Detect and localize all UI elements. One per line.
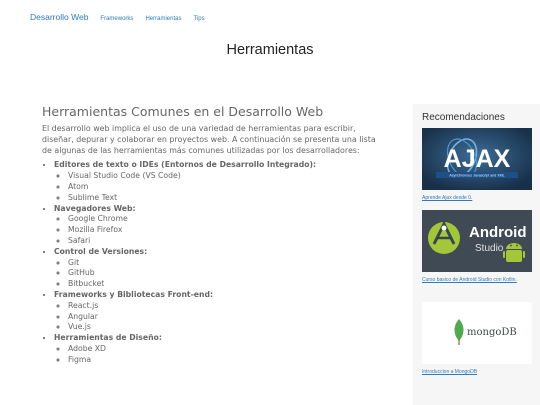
recommendation-mongodb: mongoDB Introduccion a MongoDB	[422, 302, 532, 376]
tool-list: Git GitHub Bitbucket	[54, 258, 387, 290]
tool-item: Visual Studio Code (VS Code)	[68, 171, 387, 182]
tool-item: Sublime Text	[68, 193, 387, 204]
category-label: Navegadores Web:	[54, 203, 136, 213]
tool-item: Git	[68, 258, 387, 269]
brand-link[interactable]: Desarrollo Web	[30, 12, 88, 22]
intro-paragraph: El desarrollo web implica el uso de una …	[42, 124, 376, 155]
svg-text:Studio: Studio	[475, 243, 504, 254]
ajax-logo-icon: AJAX Asynchronous Javascript and XML	[422, 128, 532, 190]
android-course-link[interactable]: Curso basico de Android Studio con Kotli…	[422, 277, 532, 284]
mongodb-logo-icon: mongoDB	[422, 302, 532, 364]
tool-list: Visual Studio Code (VS Code) Atom Sublim…	[54, 171, 387, 203]
category-item: Herramientas de Diseño: Adobe XD Figma	[54, 333, 387, 365]
tool-category-list: Editores de texto o IDEs (Entornos de De…	[42, 160, 387, 365]
ajax-course-link[interactable]: Aprende Ajax desde 0.	[422, 195, 532, 202]
nav-link-tips[interactable]: Tips	[193, 16, 204, 22]
nav-link-herramientas[interactable]: Herramientas	[145, 16, 181, 22]
tool-item: Atom	[68, 182, 387, 193]
tool-item: Bitbucket	[68, 279, 387, 290]
mongodb-banner[interactable]: mongoDB	[422, 302, 532, 364]
category-label: Frameworks y Bibliotecas Front-end:	[54, 289, 214, 299]
main-content: Herramientas Comunes en el Desarrollo We…	[42, 104, 387, 366]
svg-text:mongoDB: mongoDB	[467, 327, 517, 338]
tool-list: React.js Angular Vue.js	[54, 301, 387, 333]
tool-item: Mozilla Firefox	[68, 225, 387, 236]
svg-text:Android: Android	[469, 224, 527, 241]
category-item: Navegadores Web: Google Chrome Mozilla F…	[54, 204, 387, 247]
ajax-banner[interactable]: AJAX Asynchronous Javascript and XML	[422, 128, 532, 190]
recommendation-ajax: AJAX Asynchronous Javascript and XML Apr…	[422, 128, 532, 202]
category-item: Control de Versiones: Git GitHub Bitbuck…	[54, 247, 387, 290]
mongodb-course-link[interactable]: Introduccion a MongoDB	[422, 369, 532, 376]
top-nav: Desarrollo Web Frameworks Herramientas T…	[30, 12, 205, 22]
svg-text:Asynchronous Javascript and XM: Asynchronous Javascript and XML	[449, 174, 504, 178]
page-title: Herramientas	[226, 42, 314, 58]
tool-item: Angular	[68, 312, 387, 323]
nav-link-frameworks[interactable]: Frameworks	[100, 16, 133, 22]
tool-item: React.js	[68, 301, 387, 312]
category-item: Frameworks y Bibliotecas Front-end: Reac…	[54, 290, 387, 333]
android-banner[interactable]: Android Studio	[422, 210, 532, 272]
tool-item: GitHub	[68, 268, 387, 279]
tool-item: Figma	[68, 355, 387, 366]
recommendation-android: Android Studio Curso basico de Android S…	[422, 210, 532, 284]
tool-list: Google Chrome Mozilla Firefox Safari	[54, 214, 387, 246]
android-studio-logo-icon: Android Studio	[422, 210, 532, 272]
recommendations-sidebar: Recomendaciones AJAX Asynchronous Javasc…	[413, 104, 540, 405]
tool-item: Adobe XD	[68, 344, 387, 355]
tool-list: Adobe XD Figma	[54, 344, 387, 366]
category-label: Editores de texto o IDEs (Entornos de De…	[54, 160, 317, 170]
sidebar-title: Recomendaciones	[422, 112, 505, 123]
category-label: Control de Versiones:	[54, 246, 148, 256]
svg-text:AJAX: AJAX	[444, 145, 511, 173]
tool-item: Google Chrome	[68, 214, 387, 225]
category-label: Herramientas de Diseño:	[54, 333, 162, 343]
section-heading: Herramientas Comunes en el Desarrollo We…	[42, 104, 324, 119]
tool-item: Safari	[68, 236, 387, 247]
category-item: Editores de texto o IDEs (Entornos de De…	[54, 160, 387, 203]
tool-item: Vue.js	[68, 322, 387, 333]
